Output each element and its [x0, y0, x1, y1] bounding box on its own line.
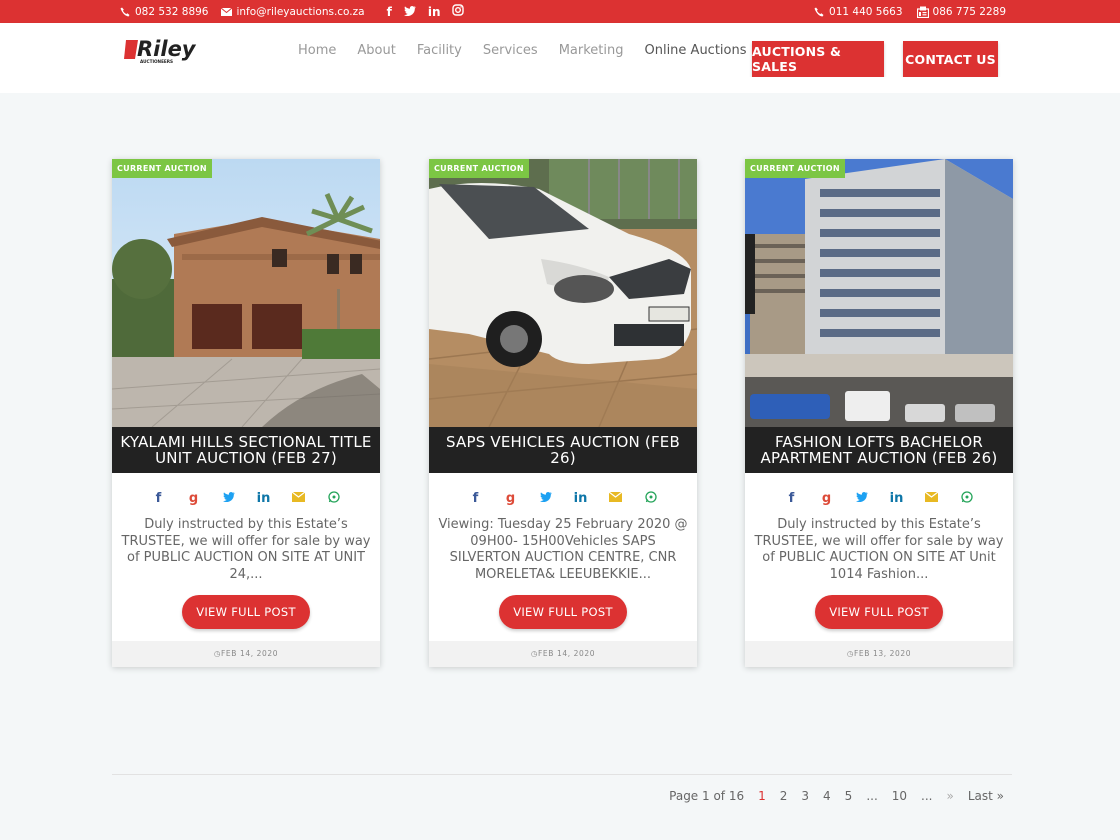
main-header: Riley AUCTIONEERS Home About Facility Se… [0, 23, 1120, 77]
main-nav: Home About Facility Services Marketing O… [298, 23, 747, 77]
phone-contact[interactable]: 082 532 8896 [119, 6, 208, 18]
auctions-sales-button[interactable]: AUCTIONS & SALES [752, 41, 884, 77]
last-page-link[interactable]: Last » [968, 789, 1004, 803]
post-date: ◷FEB 13, 2020 [745, 641, 1013, 667]
facebook-icon[interactable]: f [387, 5, 392, 19]
envelope-icon [220, 6, 232, 18]
email-icon[interactable] [923, 491, 940, 517]
twitter-icon[interactable] [537, 491, 554, 517]
clock-icon: ◷ [213, 649, 221, 658]
phone-icon [119, 6, 131, 18]
page-link[interactable]: 2 [780, 789, 788, 803]
riley-logo[interactable]: Riley AUCTIONEERS [124, 37, 216, 65]
office-phone-contact[interactable]: 011 440 5663 [813, 6, 903, 18]
post-date: ◷FEB 14, 2020 [429, 641, 697, 667]
card-excerpt: Viewing: Tuesday 25 February 2020 @ 09H0… [438, 517, 688, 582]
view-full-post-button[interactable]: VIEW FULL POST [499, 595, 627, 629]
svg-text:AUCTIONEERS: AUCTIONEERS [140, 59, 173, 64]
nav-online-auctions[interactable]: Online Auctions [644, 43, 746, 58]
page-ellipsis: ... [866, 789, 878, 803]
share-bar: f g in [112, 473, 380, 517]
whatsapp-icon[interactable] [958, 491, 975, 517]
current-auction-badge: CURRENT AUCTION [112, 159, 212, 178]
auction-card: CURRENT AUCTION KYALAMI HILLS SECTIONAL … [112, 159, 380, 667]
next-page-link[interactable]: » [947, 789, 954, 803]
view-full-post-button[interactable]: VIEW FULL POST [182, 595, 310, 629]
top-contact-bar: 082 532 8896 info@rileyauctions.co.za f … [0, 0, 1120, 23]
phone-icon [813, 6, 825, 18]
card-title[interactable]: SAPS VEHICLES AUCTION (FEB 26) [429, 427, 697, 473]
google-plus-icon[interactable]: g [502, 491, 519, 517]
instagram-icon[interactable] [452, 4, 465, 19]
post-date: ◷FEB 14, 2020 [112, 641, 380, 667]
page-link-current[interactable]: 1 [758, 789, 766, 803]
twitter-icon[interactable] [853, 491, 870, 517]
fax-icon [916, 6, 929, 18]
current-auction-badge: CURRENT AUCTION [429, 159, 529, 178]
page-link[interactable]: 10 [892, 789, 907, 803]
nav-facility[interactable]: Facility [417, 43, 462, 58]
nav-home[interactable]: Home [298, 43, 336, 58]
linkedin-icon[interactable]: in [888, 491, 905, 517]
card-title[interactable]: FASHION LOFTS BACHELOR APARTMENT AUCTION… [745, 427, 1013, 473]
current-auction-badge: CURRENT AUCTION [745, 159, 845, 178]
card-title[interactable]: KYALAMI HILLS SECTIONAL TITLE UNIT AUCTI… [112, 427, 380, 473]
vehicle-image[interactable]: CURRENT AUCTION [429, 159, 697, 427]
nav-marketing[interactable]: Marketing [559, 43, 624, 58]
nav-services[interactable]: Services [483, 43, 538, 58]
twitter-icon[interactable] [403, 5, 416, 19]
divider [112, 774, 1012, 775]
linkedin-icon[interactable]: in [255, 491, 272, 517]
share-bar: f g in [745, 473, 1013, 517]
email-icon[interactable] [290, 491, 307, 517]
auction-card: CURRENT AUCTION FASHION LOFTS BACHELOR A… [745, 159, 1013, 667]
clock-icon: ◷ [530, 649, 538, 658]
twitter-icon[interactable] [220, 491, 237, 517]
fax-contact[interactable]: 086 775 2289 [916, 6, 1006, 18]
page-count-label: Page 1 of 16 [669, 789, 745, 803]
google-plus-icon[interactable]: g [818, 491, 835, 517]
whatsapp-icon[interactable] [325, 491, 342, 517]
facebook-icon[interactable]: f [467, 491, 484, 517]
share-bar: f g in [429, 473, 697, 517]
facebook-icon[interactable]: f [150, 491, 167, 517]
pagination: Page 1 of 16 1 2 3 4 5 ... 10 ... » Last… [669, 789, 1004, 803]
nav-about[interactable]: About [357, 43, 395, 58]
email-icon[interactable] [607, 491, 624, 517]
contact-us-button[interactable]: CONTACT US [903, 41, 998, 77]
view-full-post-button[interactable]: VIEW FULL POST [815, 595, 943, 629]
linkedin-icon[interactable]: in [428, 5, 441, 19]
clock-icon: ◷ [846, 649, 854, 658]
page-ellipsis: ... [921, 789, 933, 803]
property-image[interactable]: CURRENT AUCTION [112, 159, 380, 427]
card-excerpt: Duly instructed by this Estate’s TRUSTEE… [121, 517, 371, 582]
auction-card: CURRENT AUCTION SAPS VEHICLES AUCTION (F… [429, 159, 697, 667]
whatsapp-icon[interactable] [642, 491, 659, 517]
page-link[interactable]: 5 [845, 789, 853, 803]
page-link[interactable]: 4 [823, 789, 831, 803]
svg-text:Riley: Riley [137, 37, 197, 61]
email-contact[interactable]: info@rileyauctions.co.za [220, 6, 365, 18]
card-excerpt: Duly instructed by this Estate’s TRUSTEE… [754, 517, 1004, 582]
building-image[interactable]: CURRENT AUCTION [745, 159, 1013, 427]
linkedin-icon[interactable]: in [572, 491, 589, 517]
google-plus-icon[interactable]: g [185, 491, 202, 517]
facebook-icon[interactable]: f [783, 491, 800, 517]
header-band [0, 77, 1120, 93]
page-link[interactable]: 3 [801, 789, 809, 803]
